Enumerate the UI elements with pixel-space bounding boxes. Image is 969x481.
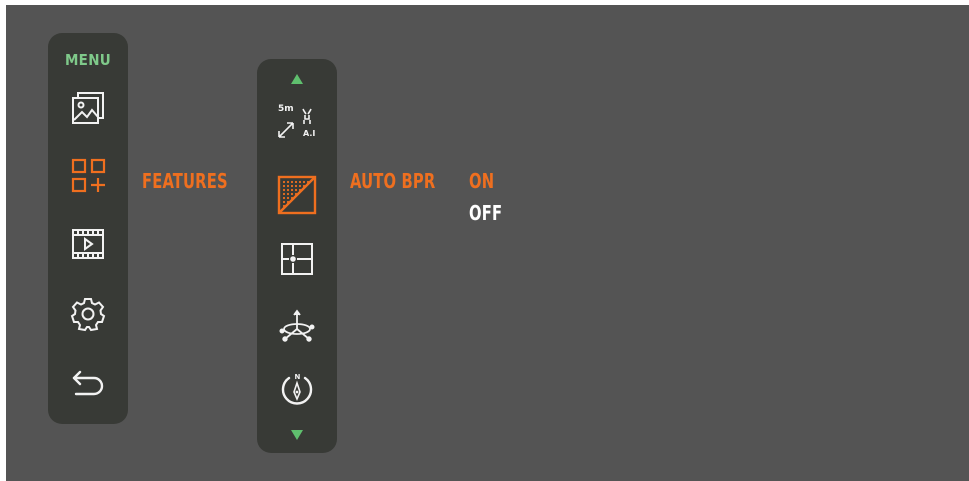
- scroll-up-arrow-icon[interactable]: [291, 74, 303, 84]
- auto-bpr-label: AUTO BPR: [350, 169, 436, 193]
- compass-icon[interactable]: N: [278, 371, 316, 409]
- back-arrow-icon[interactable]: [70, 366, 106, 402]
- menu-title: MENU: [64, 51, 112, 69]
- settings-gear-icon[interactable]: [70, 296, 106, 332]
- gallery-icon[interactable]: [70, 90, 106, 126]
- features-panel: 5m A.I N: [257, 59, 337, 453]
- auto-bpr-icon[interactable]: [276, 174, 318, 216]
- main-menu-panel: MENU: [48, 33, 128, 424]
- scroll-down-arrow-icon[interactable]: [291, 430, 303, 440]
- auto-distance-ai-icon[interactable]: 5m A.I: [275, 99, 319, 141]
- features-label: FEATURES: [142, 169, 228, 193]
- option-off[interactable]: OFF: [469, 201, 502, 225]
- reticle-icon[interactable]: [279, 241, 315, 277]
- option-on[interactable]: ON: [469, 169, 494, 193]
- video-icon[interactable]: [70, 226, 106, 262]
- device-screen: MENU FEATURES 5m A.I N AUTO BPR ON OFF: [6, 5, 969, 481]
- ai-badge: A.I: [303, 129, 315, 138]
- features-icon[interactable]: [71, 158, 107, 194]
- gyroscope-icon[interactable]: [277, 307, 317, 343]
- compass-north-letter: N: [295, 373, 301, 381]
- distance-badge: 5m: [278, 104, 294, 114]
